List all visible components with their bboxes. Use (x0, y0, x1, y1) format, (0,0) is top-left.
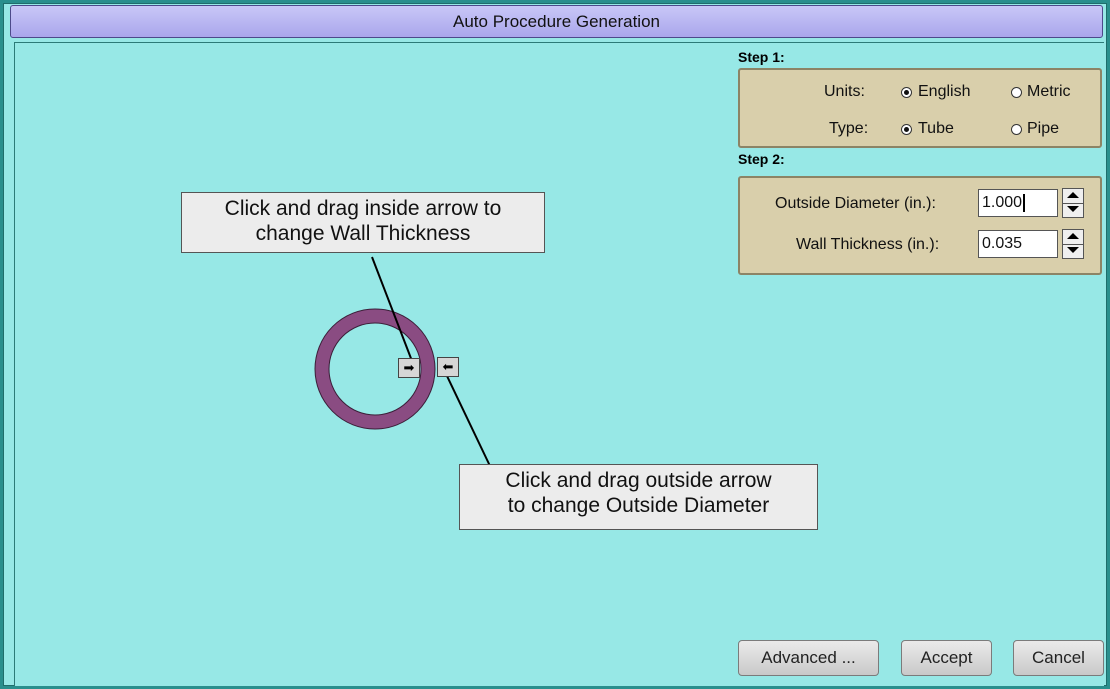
inside-callout-line1: Click and drag inside arrow to (224, 197, 502, 220)
inside-arrow-handle[interactable]: ➡ (398, 358, 420, 378)
inside-arrow-callout: Click and drag inside arrow to change Wa… (181, 192, 545, 253)
tube-diagram (314, 256, 491, 467)
outside-callout-line1: Click and drag outside arrow (505, 469, 772, 492)
cancel-button[interactable]: Cancel (1013, 640, 1104, 676)
outside-arrow-callout: Click and drag outside arrow to change O… (459, 464, 818, 530)
accept-button[interactable]: Accept (901, 640, 992, 676)
outside-leader-line (446, 375, 491, 467)
inside-callout-line2: change Wall Thickness (255, 222, 471, 245)
advanced-button[interactable]: Advanced ... (738, 640, 879, 676)
outside-callout-line2: to change Outside Diameter (507, 494, 770, 517)
outside-arrow-handle[interactable]: ⬅ (437, 357, 459, 377)
